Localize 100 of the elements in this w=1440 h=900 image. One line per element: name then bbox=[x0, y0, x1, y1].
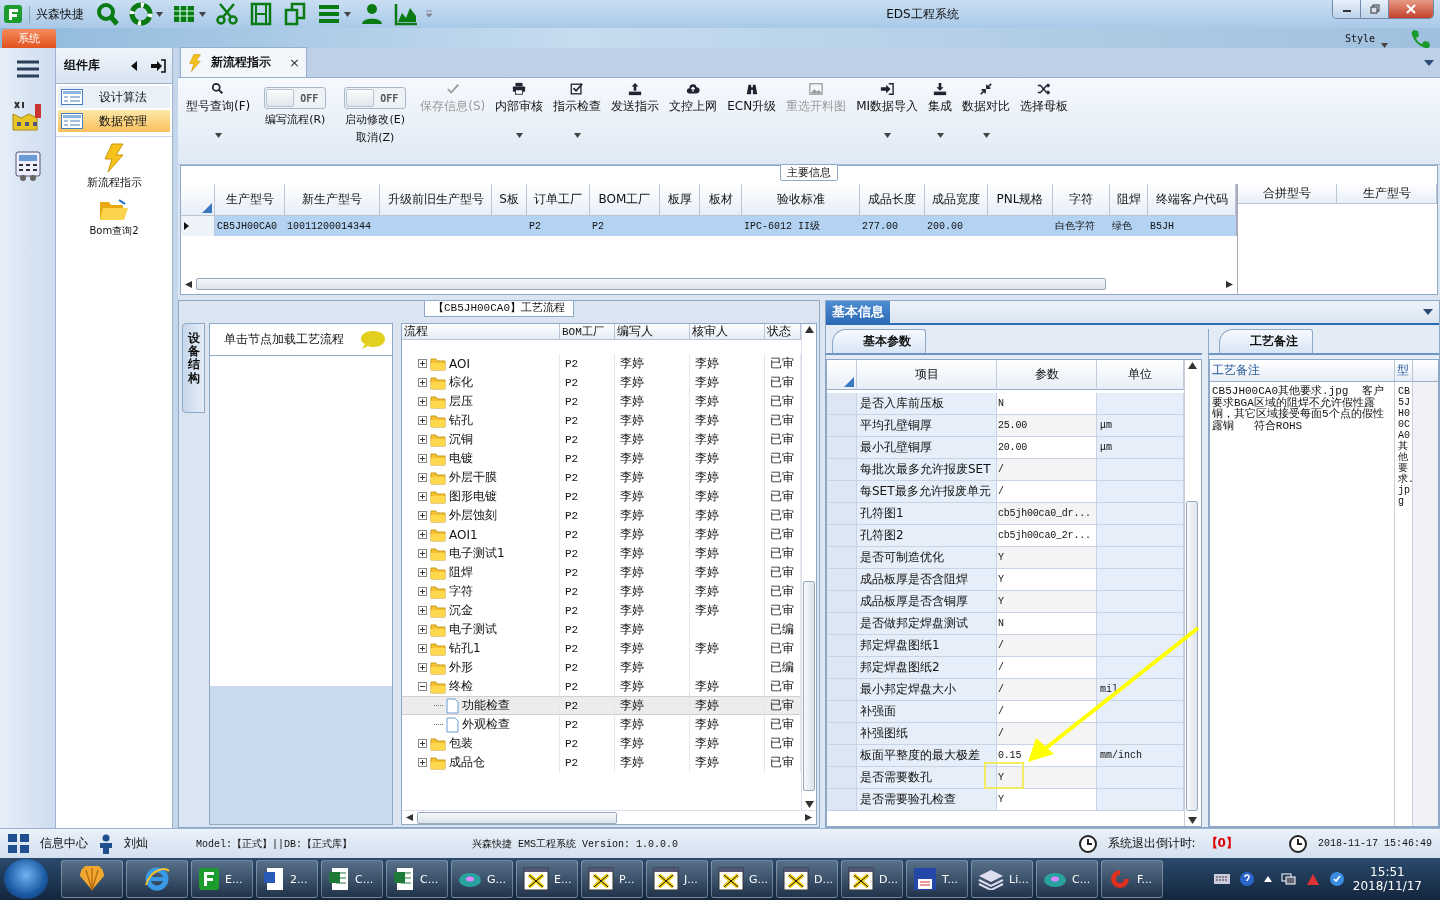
tree-node[interactable]: 棕化 bbox=[402, 373, 560, 392]
row-selector-icon[interactable] bbox=[181, 216, 215, 236]
scrollbar-thumb[interactable] bbox=[803, 581, 815, 791]
expand-icon[interactable] bbox=[418, 758, 427, 767]
toolbar-button[interactable]: 集成 bbox=[924, 80, 957, 164]
toolbar-button[interactable]: MI数据导入 bbox=[852, 80, 923, 164]
taskbar-button[interactable] bbox=[126, 860, 188, 898]
expand-icon[interactable] bbox=[418, 454, 427, 463]
chevron-up-icon[interactable] bbox=[1262, 875, 1273, 883]
tree-node[interactable]: 钻孔 bbox=[402, 411, 560, 430]
help-icon[interactable] bbox=[1238, 871, 1255, 887]
info-center-link[interactable]: 信息中心 bbox=[40, 835, 88, 852]
tree-node[interactable]: AOI1 bbox=[402, 525, 560, 544]
side-tab[interactable]: 设备结构 bbox=[182, 323, 206, 413]
nav-item[interactable]: 设计算法 bbox=[58, 86, 170, 108]
taskbar-button[interactable]: C... bbox=[386, 860, 448, 898]
column-header[interactable]: 核审人 bbox=[690, 324, 765, 340]
expand-icon[interactable] bbox=[418, 530, 427, 539]
toggle-switch[interactable]: OFF bbox=[344, 87, 407, 109]
toolbar-button[interactable]: ECN升级 bbox=[723, 80, 781, 164]
taskbar-button[interactable]: 2... bbox=[256, 860, 318, 898]
scroll-right-icon[interactable] bbox=[803, 814, 812, 821]
column-header[interactable]: 生产型号 bbox=[1337, 184, 1437, 204]
scroll-down-icon[interactable] bbox=[1187, 817, 1197, 824]
column-header[interactable]: 单位 bbox=[1097, 360, 1184, 390]
tree-node[interactable]: 外观检查 bbox=[402, 715, 560, 734]
taskbar-button[interactable]: Li... bbox=[971, 860, 1033, 898]
expand-icon[interactable] bbox=[418, 644, 427, 653]
scrollbar-thumb[interactable] bbox=[417, 811, 617, 824]
column-header[interactable]: 生产型号 bbox=[215, 184, 285, 216]
nav-item[interactable]: 数据管理 bbox=[58, 110, 170, 132]
toolbar-button[interactable]: 型号查询(F) bbox=[182, 80, 255, 164]
column-header[interactable]: S板 bbox=[492, 184, 527, 216]
expand-icon[interactable] bbox=[418, 435, 427, 444]
tree-node[interactable]: 外层蚀刻 bbox=[402, 506, 560, 525]
column-header[interactable]: 阻焊 bbox=[1110, 184, 1148, 216]
toolbar-button[interactable]: 文控上网 bbox=[665, 80, 722, 164]
column-header[interactable]: 型 bbox=[1395, 360, 1413, 382]
dropdown-icon[interactable] bbox=[1424, 59, 1434, 66]
expand-icon[interactable] bbox=[418, 416, 427, 425]
expand-icon[interactable] bbox=[418, 359, 427, 368]
tree-node[interactable]: 图形电镀 bbox=[402, 487, 560, 506]
column-header[interactable]: 验收标准 bbox=[742, 184, 860, 216]
taskbar-button[interactable]: G... bbox=[711, 860, 773, 898]
column-header[interactable]: 新生产型号 bbox=[285, 184, 380, 216]
column-header[interactable]: 终端客户代码 bbox=[1148, 184, 1236, 216]
tree-node[interactable]: 沉铜 bbox=[402, 430, 560, 449]
expand-icon[interactable] bbox=[418, 606, 427, 615]
keyboard-icon[interactable] bbox=[1212, 873, 1231, 885]
collapse-icon[interactable] bbox=[418, 682, 427, 691]
close-tab-button[interactable]: × bbox=[289, 55, 300, 70]
tree-node[interactable]: 沉金 bbox=[402, 601, 560, 620]
column-header[interactable]: 编写人 bbox=[615, 324, 690, 340]
expand-icon[interactable] bbox=[418, 473, 427, 482]
grid-icon[interactable] bbox=[8, 833, 30, 854]
taskbar-button[interactable]: D... bbox=[841, 860, 903, 898]
tree-node[interactable]: 电子测试 bbox=[402, 620, 560, 639]
tool-button[interactable]: 新流程指示 bbox=[86, 143, 142, 190]
close-button[interactable] bbox=[1389, 0, 1433, 18]
column-header[interactable]: BOM工厂 bbox=[560, 324, 615, 340]
shield-icon[interactable] bbox=[1328, 871, 1345, 887]
column-header[interactable]: BOM工厂 bbox=[590, 184, 660, 216]
column-header[interactable]: 流程 bbox=[402, 324, 560, 340]
scrollbar-thumb[interactable] bbox=[196, 278, 1106, 290]
scroll-left-icon[interactable] bbox=[406, 814, 415, 821]
expand-icon[interactable] bbox=[418, 568, 427, 577]
tree-node[interactable]: 外形 bbox=[402, 658, 560, 677]
expand-icon[interactable] bbox=[418, 492, 427, 501]
tree-node[interactable]: 阻焊 bbox=[402, 563, 560, 582]
column-header[interactable]: 成品长度 bbox=[860, 184, 925, 216]
panel-tab[interactable]: 基本信息 bbox=[826, 301, 890, 323]
tree-node[interactable]: 功能检查 bbox=[402, 696, 560, 715]
clock-date[interactable]: 2018/11/17 bbox=[1352, 879, 1422, 893]
column-header[interactable]: 项目 bbox=[857, 360, 997, 390]
column-header[interactable]: 字符 bbox=[1053, 184, 1110, 216]
toolbar-button[interactable]: 选择母板 bbox=[1016, 80, 1073, 164]
scroll-up-icon[interactable] bbox=[1187, 362, 1197, 369]
sub-tab[interactable]: 基本参数 bbox=[832, 329, 926, 353]
toolbar-button[interactable]: 内部审核 bbox=[491, 80, 548, 164]
taskbar-button[interactable]: E... bbox=[191, 860, 253, 898]
taskbar-button[interactable]: F... bbox=[1101, 860, 1163, 898]
document-tab[interactable]: 新流程指示 × bbox=[180, 47, 307, 77]
column-header[interactable]: PNL规格 bbox=[988, 184, 1053, 216]
toolbar-button[interactable]: 指示检查 bbox=[549, 80, 606, 164]
taskbar-button[interactable]: E... bbox=[516, 860, 578, 898]
expand-icon[interactable] bbox=[418, 587, 427, 596]
tool-button[interactable]: Bom查询2 bbox=[89, 198, 139, 238]
taskbar-button[interactable] bbox=[61, 860, 123, 898]
toolbar-button[interactable]: 数据对比 bbox=[958, 80, 1015, 164]
dropdown-icon[interactable] bbox=[1423, 309, 1433, 315]
sign-in-icon[interactable] bbox=[150, 58, 166, 73]
column-header[interactable]: 合拼型号 bbox=[1238, 184, 1337, 204]
column-header[interactable]: 工艺备注 bbox=[1210, 360, 1395, 382]
column-header[interactable]: 状态 bbox=[765, 324, 801, 340]
column-header[interactable]: 参数 bbox=[997, 360, 1097, 390]
expand-icon[interactable] bbox=[418, 511, 427, 520]
expand-icon[interactable] bbox=[418, 549, 427, 558]
sub-tab[interactable]: 工艺备注 bbox=[1219, 329, 1313, 353]
clock-time[interactable]: 15:51 bbox=[1370, 865, 1405, 879]
expand-icon[interactable] bbox=[418, 625, 427, 634]
